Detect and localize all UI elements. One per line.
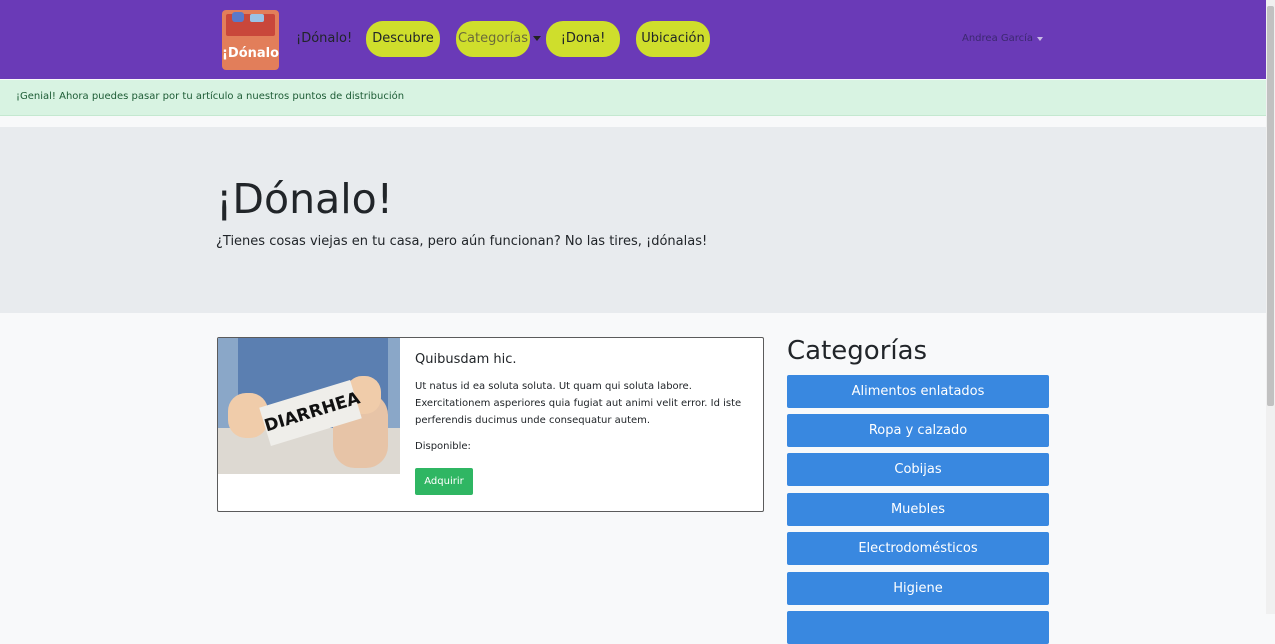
logo-box-art — [226, 12, 275, 36]
category-electrodomesticos[interactable]: Electrodomésticos — [787, 532, 1049, 565]
hero-subtitle: ¿Tienes cosas viejas en tu casa, pero aú… — [216, 234, 708, 249]
nav-dona[interactable]: ¡Dona! — [546, 21, 620, 57]
item-availability: Disponible: — [415, 441, 471, 452]
item-image: DIARRHEA — [218, 338, 400, 474]
scrollbar-thumb[interactable] — [1267, 6, 1274, 406]
user-menu[interactable]: Andrea García — [962, 33, 1033, 44]
alert-message: ¡Genial! Ahora puedes pasar por tu artíc… — [16, 91, 405, 102]
nav-categorias[interactable]: Categorías — [456, 21, 530, 57]
categories-title: Categorías — [787, 336, 928, 366]
success-alert: ¡Genial! Ahora puedes pasar por tu artíc… — [0, 80, 1266, 116]
page-scrollbar[interactable] — [1266, 0, 1275, 614]
category-alimentos-enlatados[interactable]: Alimentos enlatados — [787, 375, 1049, 408]
category-higiene[interactable]: Higiene — [787, 572, 1049, 605]
nav-descubre[interactable]: Descubre — [366, 21, 440, 57]
brand-name[interactable]: ¡Dónalo! — [296, 31, 352, 46]
item-card: DIARRHEA Quibusdam hic. Ut natus id ea s… — [217, 337, 764, 512]
chevron-down-icon[interactable] — [533, 36, 541, 41]
logo-image[interactable]: ¡Dónalo! — [222, 10, 279, 70]
category-more[interactable] — [787, 611, 1049, 644]
item-description: Ut natus id ea soluta soluta. Ut quam qu… — [415, 381, 742, 426]
top-navbar: ¡Dónalo! ¡Dónalo! Descubre Categorías ¡D… — [0, 0, 1266, 79]
category-cobijas[interactable]: Cobijas — [787, 453, 1049, 486]
nav-ubicacion[interactable]: Ubicación — [636, 21, 710, 57]
logo-text: ¡Dónalo! — [222, 46, 279, 61]
chevron-down-icon[interactable] — [1037, 37, 1043, 41]
hero-title: ¡Dónalo! — [216, 175, 394, 223]
hero-section: ¡Dónalo! ¿Tienes cosas viejas en tu casa… — [0, 127, 1266, 313]
item-title: Quibusdam hic. — [415, 352, 517, 367]
category-ropa-y-calzado[interactable]: Ropa y calzado — [787, 414, 1049, 447]
category-muebles[interactable]: Muebles — [787, 493, 1049, 526]
acquire-button[interactable]: Adquirir — [415, 468, 473, 495]
